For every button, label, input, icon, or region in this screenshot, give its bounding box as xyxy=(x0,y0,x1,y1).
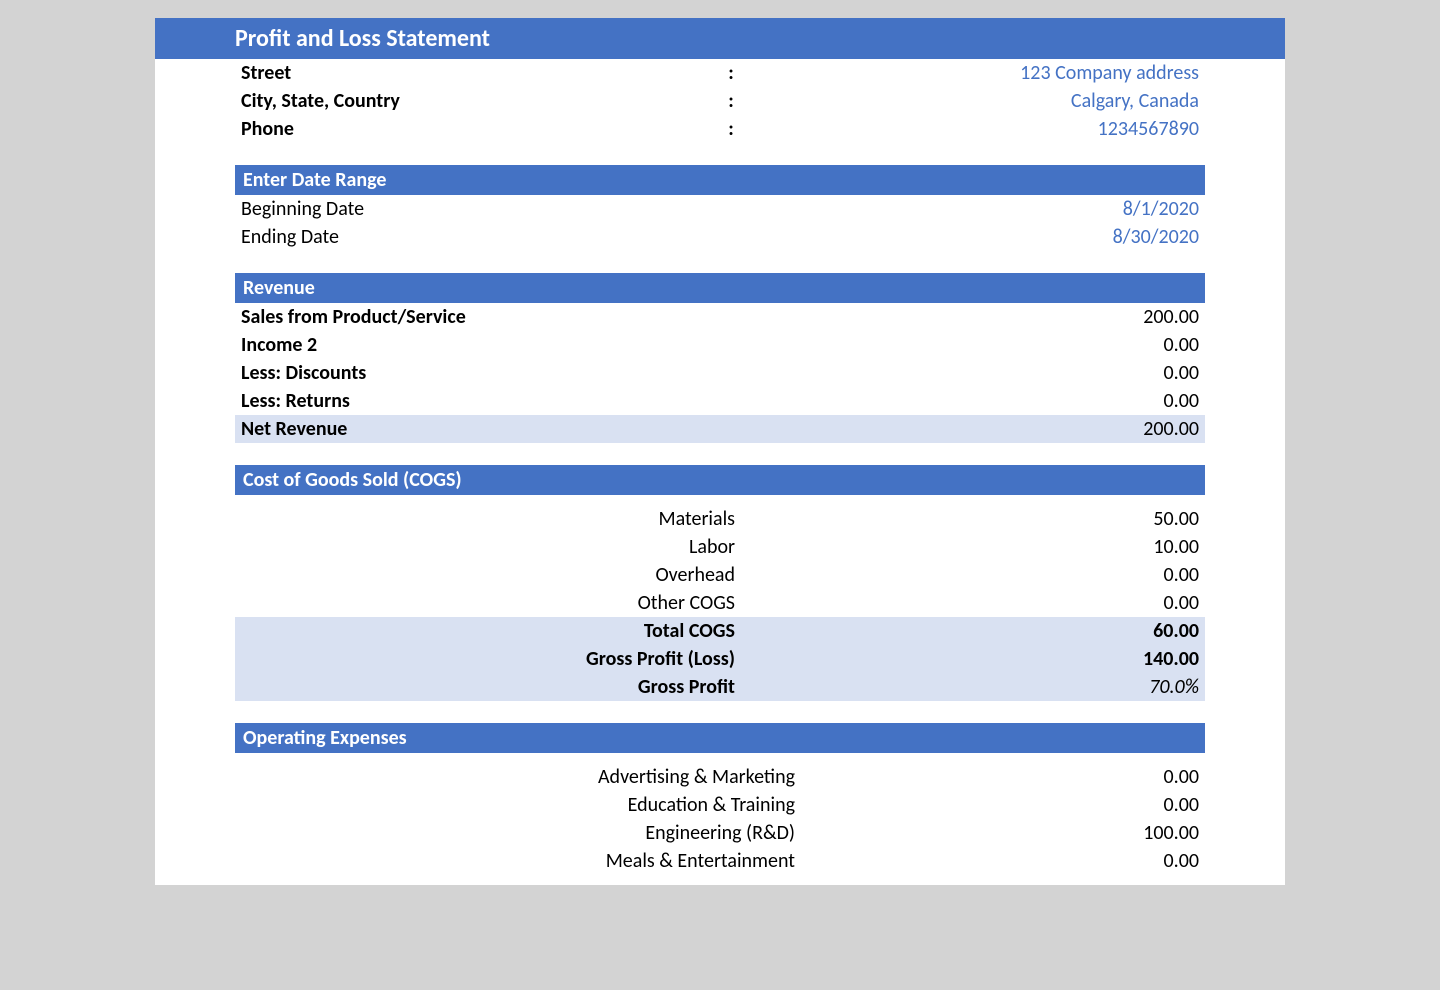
opex-block: Advertising & Marketing 0.00 Education &… xyxy=(235,753,1205,875)
total-cogs-label: Total COGS xyxy=(535,619,765,643)
cogs-row: Materials 50.00 xyxy=(235,505,1205,533)
opex-row-value: 0.00 xyxy=(825,849,1205,873)
company-city-row: City, State, Country : Calgary, Canada xyxy=(235,87,1205,115)
gross-profit-pct-row: Gross Profit 70.0% xyxy=(235,673,1205,701)
revenue-header: Revenue xyxy=(235,273,1205,303)
phone-value: 1234567890 xyxy=(741,117,1205,141)
cogs-row-label: Other COGS xyxy=(535,591,765,615)
revenue-row: Less: Returns 0.00 xyxy=(235,387,1205,415)
total-cogs-value: 60.00 xyxy=(765,619,1205,643)
ending-date-value: 8/30/2020 xyxy=(741,225,1205,249)
document-page: Profit and Loss Statement Street : 123 C… xyxy=(155,18,1285,885)
cogs-row-label: Labor xyxy=(535,535,765,559)
net-revenue-row: Net Revenue 200.00 xyxy=(235,415,1205,443)
opex-row: Engineering (R&D) 100.00 xyxy=(235,819,1205,847)
gross-profit-pct-value: 70.0% xyxy=(765,675,1205,699)
revenue-row: Less: Discounts 0.00 xyxy=(235,359,1205,387)
beginning-date-row: Beginning Date 8/1/2020 xyxy=(235,195,1205,223)
opex-row-value: 100.00 xyxy=(825,821,1205,845)
opex-row: Advertising & Marketing 0.00 xyxy=(235,763,1205,791)
revenue-row-value: 200.00 xyxy=(741,305,1205,329)
phone-label: Phone xyxy=(235,117,721,141)
revenue-row-label: Less: Discounts xyxy=(235,361,721,385)
opex-row-label: Meals & Entertainment xyxy=(535,849,825,873)
ending-date-label: Ending Date xyxy=(235,225,721,249)
date-range-header: Enter Date Range xyxy=(235,165,1205,195)
revenue-row: Income 2 0.00 xyxy=(235,331,1205,359)
revenue-row-value: 0.00 xyxy=(741,333,1205,357)
opex-row-value: 0.00 xyxy=(825,793,1205,817)
cogs-row-value: 0.00 xyxy=(765,563,1205,587)
opex-row-label: Advertising & Marketing xyxy=(535,765,825,789)
cogs-row: Other COGS 0.00 xyxy=(235,589,1205,617)
revenue-row-value: 0.00 xyxy=(741,361,1205,385)
cogs-row-value: 0.00 xyxy=(765,591,1205,615)
revenue-row-label: Sales from Product/Service xyxy=(235,305,721,329)
opex-row-value: 0.00 xyxy=(825,765,1205,789)
street-label: Street xyxy=(235,61,721,85)
opex-row-label: Education & Training xyxy=(535,793,825,817)
separator: : xyxy=(721,117,741,141)
cogs-block: Materials 50.00 Labor 10.00 Overhead 0.0… xyxy=(235,495,1205,701)
net-revenue-label: Net Revenue xyxy=(235,417,721,441)
beginning-date-label: Beginning Date xyxy=(235,197,721,221)
company-street-row: Street : 123 Company address xyxy=(235,59,1205,87)
beginning-date-value: 8/1/2020 xyxy=(741,197,1205,221)
separator: : xyxy=(721,89,741,113)
company-phone-row: Phone : 1234567890 xyxy=(235,115,1205,143)
revenue-row-label: Less: Returns xyxy=(235,389,721,413)
cogs-row: Labor 10.00 xyxy=(235,533,1205,561)
revenue-row-value: 0.00 xyxy=(741,389,1205,413)
opex-row: Meals & Entertainment 0.00 xyxy=(235,847,1205,875)
city-label: City, State, Country xyxy=(235,89,721,113)
page-title: Profit and Loss Statement xyxy=(155,18,1285,59)
opex-header: Operating Expenses xyxy=(235,723,1205,753)
cogs-row: Overhead 0.00 xyxy=(235,561,1205,589)
ending-date-row: Ending Date 8/30/2020 xyxy=(235,223,1205,251)
revenue-block: Sales from Product/Service 200.00 Income… xyxy=(235,303,1205,443)
opex-row-label: Engineering (R&D) xyxy=(535,821,825,845)
revenue-row-label: Income 2 xyxy=(235,333,721,357)
cogs-row-value: 10.00 xyxy=(765,535,1205,559)
gross-profit-pct-label: Gross Profit xyxy=(535,675,765,699)
cogs-row-value: 50.00 xyxy=(765,507,1205,531)
cogs-header: Cost of Goods Sold (COGS) xyxy=(235,465,1205,495)
separator: : xyxy=(721,61,741,85)
gross-profit-label: Gross Profit (Loss) xyxy=(535,647,765,671)
gross-profit-row: Gross Profit (Loss) 140.00 xyxy=(235,645,1205,673)
gross-profit-value: 140.00 xyxy=(765,647,1205,671)
city-value: Calgary, Canada xyxy=(741,89,1205,113)
cogs-row-label: Materials xyxy=(535,507,765,531)
cogs-row-label: Overhead xyxy=(535,563,765,587)
company-info-block: Street : 123 Company address City, State… xyxy=(235,59,1205,143)
opex-row: Education & Training 0.00 xyxy=(235,791,1205,819)
net-revenue-value: 200.00 xyxy=(741,417,1205,441)
date-range-block: Beginning Date 8/1/2020 Ending Date 8/30… xyxy=(235,195,1205,251)
street-value: 123 Company address xyxy=(741,61,1205,85)
revenue-row: Sales from Product/Service 200.00 xyxy=(235,303,1205,331)
total-cogs-row: Total COGS 60.00 xyxy=(235,617,1205,645)
